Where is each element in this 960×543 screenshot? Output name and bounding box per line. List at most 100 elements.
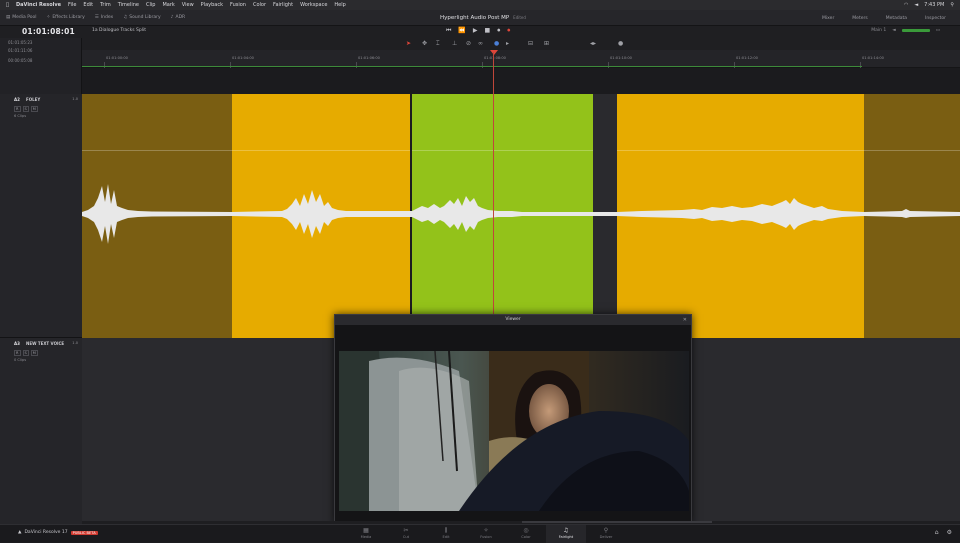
inspector-button[interactable]: Inspector	[925, 16, 946, 21]
menu-app-name[interactable]: DaVinci Resolve	[16, 0, 61, 10]
project-title: Hyperlight Audio Post MP Edited	[440, 15, 526, 21]
adr-icon: ♪	[170, 15, 174, 20]
timecode-display[interactable]: 01:01:08:01	[22, 27, 75, 36]
meters-button[interactable]: Meters	[852, 16, 867, 21]
ruler-mark: 01:01:14:00	[862, 56, 884, 60]
stop-button[interactable]: ■	[485, 27, 491, 35]
menu-timeline[interactable]: Timeline	[118, 0, 139, 10]
track-spacer	[82, 68, 960, 94]
playhead[interactable]	[493, 52, 494, 314]
track-height-icon[interactable]: ◂▸	[590, 40, 596, 47]
menu-fairlight[interactable]: Fairlight	[273, 0, 293, 10]
page-tabs: ▦ Media ✂ Cut ⫼ Edit ✧ Fusion ◎ Color ♫ Fairli…	[346, 525, 626, 543]
record-arm-button[interactable]: R	[14, 106, 21, 112]
close-icon[interactable]: ✕	[683, 315, 687, 325]
rewind-button[interactable]: ⏪	[458, 27, 465, 35]
home-icon[interactable]: ⌂	[935, 529, 939, 536]
viewer-title-bar[interactable]: Viewer ✕	[335, 315, 691, 325]
page-fusion[interactable]: ✧ Fusion	[466, 525, 506, 543]
track-header-a3[interactable]: A3 NEW TEXT VOICE 1.0 R S M 0 Clips	[0, 338, 82, 528]
resolve-logo-icon: ▲	[18, 530, 22, 535]
index-button[interactable]: ☰ Index	[95, 15, 113, 20]
loop-button[interactable]: ⏺	[497, 27, 500, 35]
marker-blue-icon[interactable]: ●	[494, 40, 499, 47]
zoom-in-icon[interactable]: ⊞	[544, 40, 549, 47]
track-channels: 1.0	[72, 341, 78, 345]
search-icon[interactable]: ⚲	[950, 0, 954, 10]
go-to-start-button[interactable]: ⏮	[446, 27, 451, 35]
media-pool-button[interactable]: ▤ Media Pool	[6, 15, 37, 20]
wifi-icon[interactable]: ◠	[904, 0, 908, 10]
page-deliver[interactable]: ⚲ Deliver	[586, 525, 626, 543]
snap-icon[interactable]: ⊥	[452, 40, 457, 47]
menu-help[interactable]: Help	[334, 0, 345, 10]
top-toolbar: ▤ Media Pool ✧ Effects Library ☰ Index ♫ Sou…	[0, 10, 960, 26]
mute-button[interactable]: M	[30, 350, 38, 356]
mixer-button[interactable]: Mixer	[822, 16, 834, 21]
record-arm-button[interactable]: R	[14, 350, 21, 356]
viewer-window[interactable]: Viewer ✕	[334, 314, 692, 524]
transport-bar: 01:01:08:01 1a Dialogue Tracks Split ⏮ ⏪…	[0, 26, 960, 38]
layout-icon[interactable]: ▭	[936, 28, 940, 33]
zoom-out-icon[interactable]: ⊟	[528, 40, 533, 47]
main-level-slider[interactable]	[901, 29, 930, 32]
scrollbar-thumb[interactable]	[522, 521, 712, 523]
audio-clip[interactable]	[617, 94, 864, 338]
play-button[interactable]: ▶	[473, 27, 478, 35]
menu-playback[interactable]: Playback	[201, 0, 223, 10]
playhead-handle[interactable]	[490, 50, 498, 55]
ruler-mark: 01:01:10:00	[610, 56, 632, 60]
chain-icon[interactable]: ∞	[478, 40, 483, 47]
record-button[interactable]: ⏺	[507, 27, 510, 35]
menu-color[interactable]: Color	[253, 0, 266, 10]
audio-clip[interactable]	[232, 94, 410, 338]
menu-edit[interactable]: Edit	[83, 0, 93, 10]
menu-trim[interactable]: Trim	[100, 0, 111, 10]
brand: ▲ DaVinci Resolve 17 PUBLIC BETA	[18, 530, 98, 535]
track-name[interactable]: NEW TEXT VOICE	[26, 341, 64, 346]
main-bus-meter: Main 1 ◄ ▭	[871, 28, 940, 33]
track-lane-a2[interactable]	[82, 94, 960, 338]
menubar-clock[interactable]: 7:43 PM	[924, 0, 944, 10]
sound-library-button[interactable]: ♫ Sound Library	[123, 15, 160, 20]
menu-bar:  DaVinci Resolve File Edit Trim Timelin…	[0, 0, 960, 10]
speaker-icon[interactable]: ◄	[892, 28, 895, 33]
mute-button[interactable]: M	[30, 106, 38, 112]
track-name[interactable]: FOLEY	[26, 97, 40, 102]
link-icon[interactable]: ⊘	[466, 40, 471, 47]
audio-clip[interactable]	[82, 94, 232, 338]
adr-button[interactable]: ♪ ADR	[171, 15, 186, 20]
effects-library-button[interactable]: ✧ Effects Library	[47, 15, 85, 20]
page-fairlight[interactable]: ♫ Fairlight	[546, 525, 586, 543]
metadata-button[interactable]: Metadata	[886, 16, 907, 21]
track-header-a2[interactable]: A2 FOLEY 1.0 R S M 6 Clips	[0, 94, 82, 338]
audio-clip-selected[interactable]	[412, 94, 593, 338]
fusion-page-icon: ✧	[483, 527, 489, 534]
apple-icon[interactable]: 	[6, 0, 9, 10]
menu-file[interactable]: File	[68, 0, 76, 10]
full-extent-icon[interactable]: ●	[618, 40, 623, 47]
solo-button[interactable]: S	[22, 106, 29, 112]
video-frame-image	[339, 351, 689, 511]
menu-workspace[interactable]: Workspace	[300, 0, 327, 10]
settings-icon[interactable]: ⚙	[947, 529, 952, 536]
menu-view[interactable]: View	[182, 0, 194, 10]
page-cut[interactable]: ✂ Cut	[386, 525, 426, 543]
audio-clip[interactable]	[864, 94, 960, 338]
page-edit[interactable]: ⫼ Edit	[426, 525, 466, 543]
out-timecode: 01:01:11:06	[8, 48, 33, 53]
volume-icon[interactable]: ◄	[914, 0, 918, 10]
selection-tool-icon[interactable]: ➤	[406, 40, 411, 47]
menu-clip[interactable]: Clip	[146, 0, 155, 10]
media-page-icon: ▦	[363, 527, 369, 534]
split-tool-icon[interactable]: ⌶	[436, 40, 440, 48]
menu-mark[interactable]: Mark	[162, 0, 174, 10]
track-number: A3	[14, 341, 20, 346]
solo-button[interactable]: S	[22, 350, 29, 356]
page-media[interactable]: ▦ Media	[346, 525, 386, 543]
timeline-name-dropdown[interactable]: 1a Dialogue Tracks Split	[92, 28, 146, 33]
flag-icon[interactable]: ▸	[506, 40, 509, 47]
page-color[interactable]: ◎ Color	[506, 525, 546, 543]
menu-fusion[interactable]: Fusion	[230, 0, 246, 10]
range-tool-icon[interactable]: ✥	[422, 40, 427, 47]
